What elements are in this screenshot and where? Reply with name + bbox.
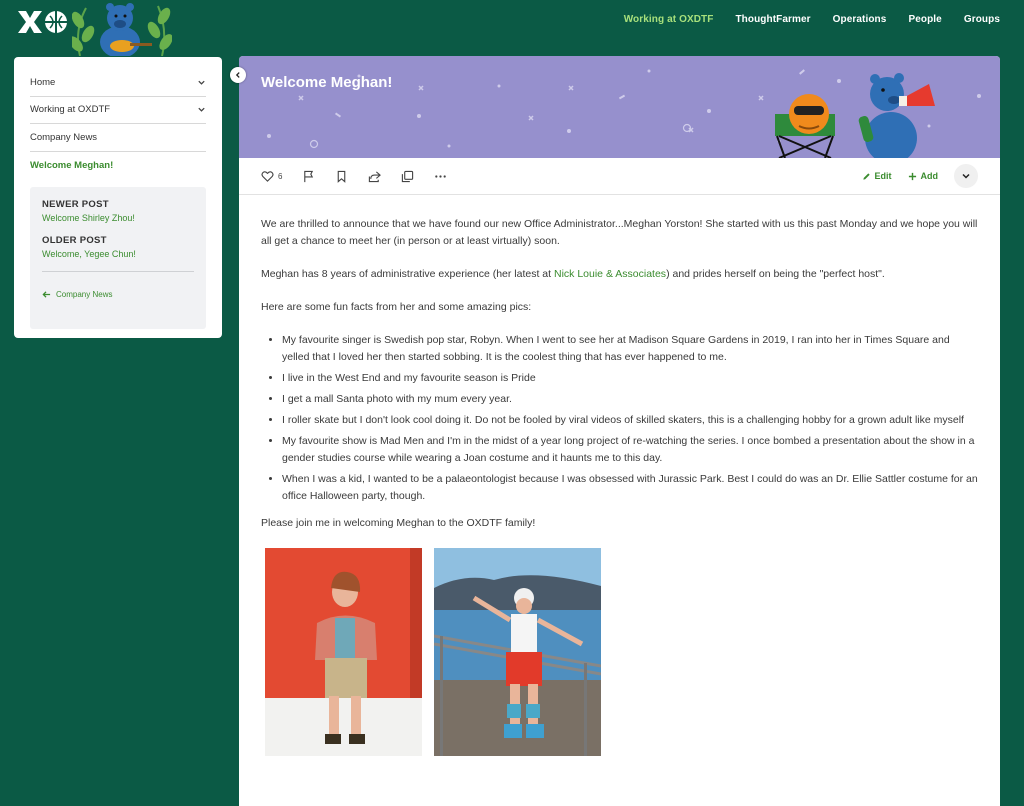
list-item: My favourite singer is Swedish pop star,… [282,332,978,366]
intro-paragraph: We are thrilled to announce that we have… [261,218,978,247]
nav-item-people[interactable]: People [908,14,941,25]
chevron-down-icon [962,173,970,179]
divider [42,271,194,272]
copy-icon [402,170,414,182]
share-icon [369,170,382,182]
company-logo[interactable] [16,8,68,36]
nav-item-operations[interactable]: Operations [833,14,887,25]
sidebar-item-label: Working at OXDTF [30,104,111,116]
back-link-label: Company News [56,290,113,299]
list-item: I get a mall Santa photo with my mum eve… [282,391,978,408]
post-banner: Welcome Meghan! [239,56,1000,158]
photo-meghan-roller-skates[interactable] [434,548,601,756]
post-toolbar: 6 Edit Add [239,158,1000,195]
chevron-left-icon [235,72,240,78]
flag-icon [304,170,314,182]
toolbar-actions: Edit Add [862,164,978,188]
copy-button[interactable] [401,170,414,183]
list-item: I roller skate but I don't look cool doi… [282,412,978,429]
chevron-down-icon[interactable] [197,78,206,87]
sidebar-item-label: Company News [30,131,98,143]
list-item: When I was a kid, I wanted to be a palae… [282,471,978,505]
sidebar-item-label: Home [30,76,56,88]
top-bar: Working at OXDTF ThoughtFarmer Operation… [0,0,1024,56]
heart-icon [261,170,274,182]
nav-item-working-at-oxdtf[interactable]: Working at OXDTF [624,14,714,25]
sidebar-item-company-news[interactable]: Company News [30,124,206,152]
ellipsis-icon [435,174,447,178]
bookmark-icon [338,170,346,183]
like-count: 6 [278,171,283,181]
photo-gallery [261,548,978,756]
like-button[interactable]: 6 [261,170,282,183]
pencil-icon [862,172,870,180]
photo-meghan-red-wall[interactable] [265,548,422,756]
back-to-company-news-link[interactable]: Company News [42,290,194,299]
newer-post-link[interactable]: Welcome Shirley Zhou! [42,213,194,223]
post-card: Welcome Meghan! 6 Edit Add We are thrill… [239,56,1000,806]
bear-mascot-illustration [72,3,172,56]
sidebar-item-welcome-meghan[interactable]: Welcome Meghan! [30,152,206,180]
fun-facts-list: My favourite singer is Swedish pop star,… [261,332,978,505]
nav-item-thoughtfarmer[interactable]: ThoughtFarmer [735,14,810,25]
newer-post-heading: NEWER POST [42,199,109,210]
plus-icon [908,172,916,180]
collapse-sidebar-button[interactable] [230,67,246,83]
expand-menu-button[interactable] [954,164,978,188]
share-button[interactable] [368,170,382,183]
arrow-left-icon [42,291,51,298]
add-button[interactable]: Add [908,171,939,181]
sidebar: Home Working at OXDTF Company News Welco… [14,57,222,338]
older-post-heading: OLDER POST [42,235,107,246]
list-item: My favourite show is Mad Men and I'm in … [282,433,978,467]
edit-button[interactable]: Edit [862,171,892,181]
nav-item-groups[interactable]: Groups [964,14,1000,25]
list-item: I live in the West End and my favourite … [282,370,978,387]
edit-label: Edit [874,171,892,181]
post-title: Welcome Meghan! [261,74,393,91]
sidebar-item-label: Welcome Meghan! [30,159,114,171]
experience-paragraph: Meghan has 8 years of administrative exp… [261,266,978,283]
experience-text: Meghan has 8 years of administrative exp… [261,268,554,280]
fun-facts-intro: Here are some fun facts from her and som… [261,301,532,313]
add-label: Add [920,171,939,181]
post-body: We are thrilled to announce that we have… [239,195,1000,756]
closing-paragraph: Please join me in welcoming Meghan to th… [261,517,536,529]
banner-illustration [267,69,981,158]
sidebar-item-home[interactable]: Home [30,69,206,97]
sidebar-item-working-at-oxdtf[interactable]: Working at OXDTF [30,97,206,124]
post-navigation: NEWER POST Welcome Shirley Zhou! OLDER P… [30,187,206,329]
chevron-down-icon[interactable] [197,105,206,114]
nick-louie-link[interactable]: Nick Louie & Associates [554,268,666,280]
experience-text-end: ) and prides herself on being the "perfe… [666,268,885,280]
bookmark-button[interactable] [335,170,348,183]
main-nav: Working at OXDTF ThoughtFarmer Operation… [624,14,1000,25]
flag-button[interactable] [302,170,315,183]
more-options-button[interactable] [434,170,447,183]
older-post-link[interactable]: Welcome, Yegee Chun! [42,249,194,259]
